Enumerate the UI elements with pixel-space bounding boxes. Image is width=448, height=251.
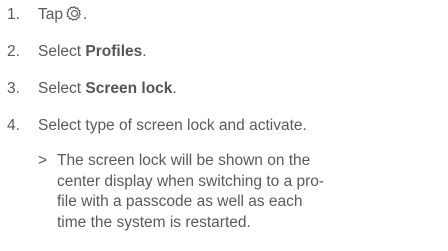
step-text-suffix: . [83,6,88,23]
step-text: Select Screen lock. [38,79,177,99]
step-number: 2. [7,43,20,60]
menu-item-name-profiles: Profiles [85,43,143,60]
step-number: 4. [7,117,20,134]
step-text: Tap. [38,5,87,25]
step-text: Select type of screen lock and activate. [38,117,307,134]
note-line: center display when switching to a pro- [57,172,325,190]
step-3: 3. Select Screen lock. [0,74,448,102]
step-text-part: Tap [38,6,63,23]
step-1: 1. Tap. [0,0,448,28]
note-line: file with a passcode as well as each [57,193,303,210]
note-line: time the system is restarted. [57,213,251,231]
step-text-prefix: Select [38,43,86,60]
note-marker: > [38,152,48,169]
step-text-prefix: Select [38,80,86,97]
note-line: The screen lock will be shown on the [57,152,311,169]
step-number: 1. [7,6,20,23]
menu-item-name-screen-lock: Screen lock [85,80,173,97]
gear-icon [66,5,83,22]
step-4: 4. Select type of screen lock and activa… [0,111,448,139]
step-number: 3. [7,80,20,97]
note-text: The screen lock will be shown on the cen… [57,151,347,233]
step-2: 2. Select Profiles. [0,37,448,65]
step-text: Select Profiles. [38,42,147,62]
step-text-suffix: . [172,80,177,97]
step-text-suffix: . [142,43,147,60]
